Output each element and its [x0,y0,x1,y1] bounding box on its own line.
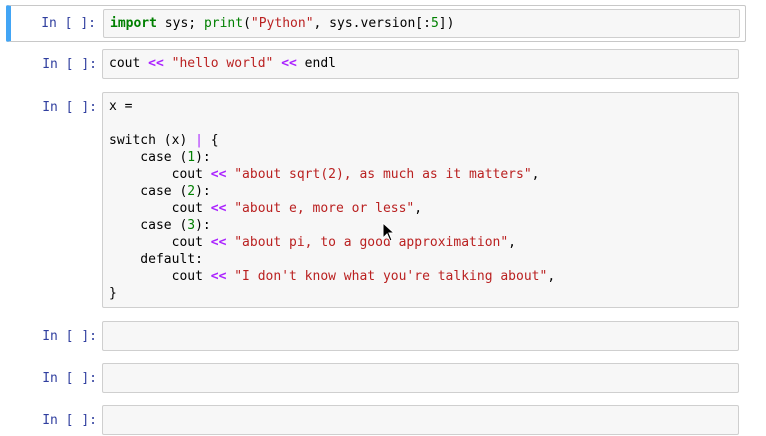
code-cell-5[interactable]: In [ ]: [10,361,745,395]
cell-prompt: In [ ]: [42,371,97,386]
text-token: case ( [109,184,188,199]
text-cursor: | [195,133,203,148]
text-token: ]) [438,16,455,31]
keyword-token: import [110,16,157,31]
text-token: ( [243,16,251,31]
builtin-token: print [203,16,244,31]
text-token: , sys.version[: [313,16,431,31]
string-token: "about pi, to a good approximation" [234,235,509,250]
operator-token: << [210,269,227,284]
mouse-pointer-icon [382,222,396,242]
operator-token: << [210,235,227,250]
code-cell-3[interactable]: In [ ]: x = switch (x) | { case (1): cou… [10,90,745,310]
text-token: case ( [109,218,188,233]
text-token: } [109,286,117,301]
string-token: "Python" [250,16,314,31]
code-input-1[interactable]: import sys; print("Python", sys.version[… [103,9,740,38]
text-token: endl [296,56,336,71]
text-token: x = [109,99,133,114]
text-token: cout [109,56,149,71]
code-input-6[interactable] [102,405,739,435]
operator-token: << [210,167,227,182]
cell-prompt: In [ ]: [42,100,97,115]
code-input-4[interactable] [102,321,739,351]
text-token: , [531,167,540,182]
text-token: ): [195,184,211,199]
text-token: { [202,133,219,148]
string-token: "I don't know what you're talking about" [234,269,548,284]
text-token: , [508,235,516,250]
text-token: cout [109,235,211,250]
code-text: x = switch (x) | { case (1): cout << "ab… [109,98,555,302]
text-token: cout [109,201,211,216]
text-token: cout [109,167,211,182]
code-cell-2[interactable]: In [ ]: cout << "hello world" << endl [10,47,745,81]
text-token: case ( [109,150,188,165]
number-token: 1 [187,150,196,165]
operator-token: << [148,56,164,71]
code-text: cout << "hello world" << endl [109,55,336,72]
string-token: "about e, more or less" [234,201,415,216]
text-token: ): [195,150,211,165]
code-cell-6[interactable]: In [ ]: [10,403,745,436]
text-token: , [414,201,423,216]
operator-token: << [210,201,227,216]
text-token: ): [195,218,211,233]
string-token: "about sqrt(2), as much as it matters" [234,167,532,182]
string-token: "hello world" [171,56,274,71]
text-token: switch (x) [109,133,196,148]
code-text: import sys; print("Python", sys.version[… [110,15,454,32]
number-token: 5 [430,16,439,31]
number-token: 3 [187,218,196,233]
text-token: cout [109,269,211,284]
cell-prompt: In [ ]: [42,57,97,72]
code-input-5[interactable] [102,363,739,393]
code-cell-4[interactable]: In [ ]: [10,319,745,353]
operator-token: << [281,56,297,71]
text-token: , [547,269,556,284]
text-token: default: [109,252,203,267]
cell-prompt: In [ ]: [41,16,96,31]
code-cell-1[interactable]: In [ ]: import sys; print("Python", sys.… [6,5,746,42]
cell-prompt: In [ ]: [42,413,97,428]
text-token: sys; [156,16,204,31]
cell-prompt: In [ ]: [42,329,97,344]
code-input-3[interactable]: x = switch (x) | { case (1): cout << "ab… [102,92,739,308]
number-token: 2 [187,184,196,199]
code-input-2[interactable]: cout << "hello world" << endl [102,49,739,79]
